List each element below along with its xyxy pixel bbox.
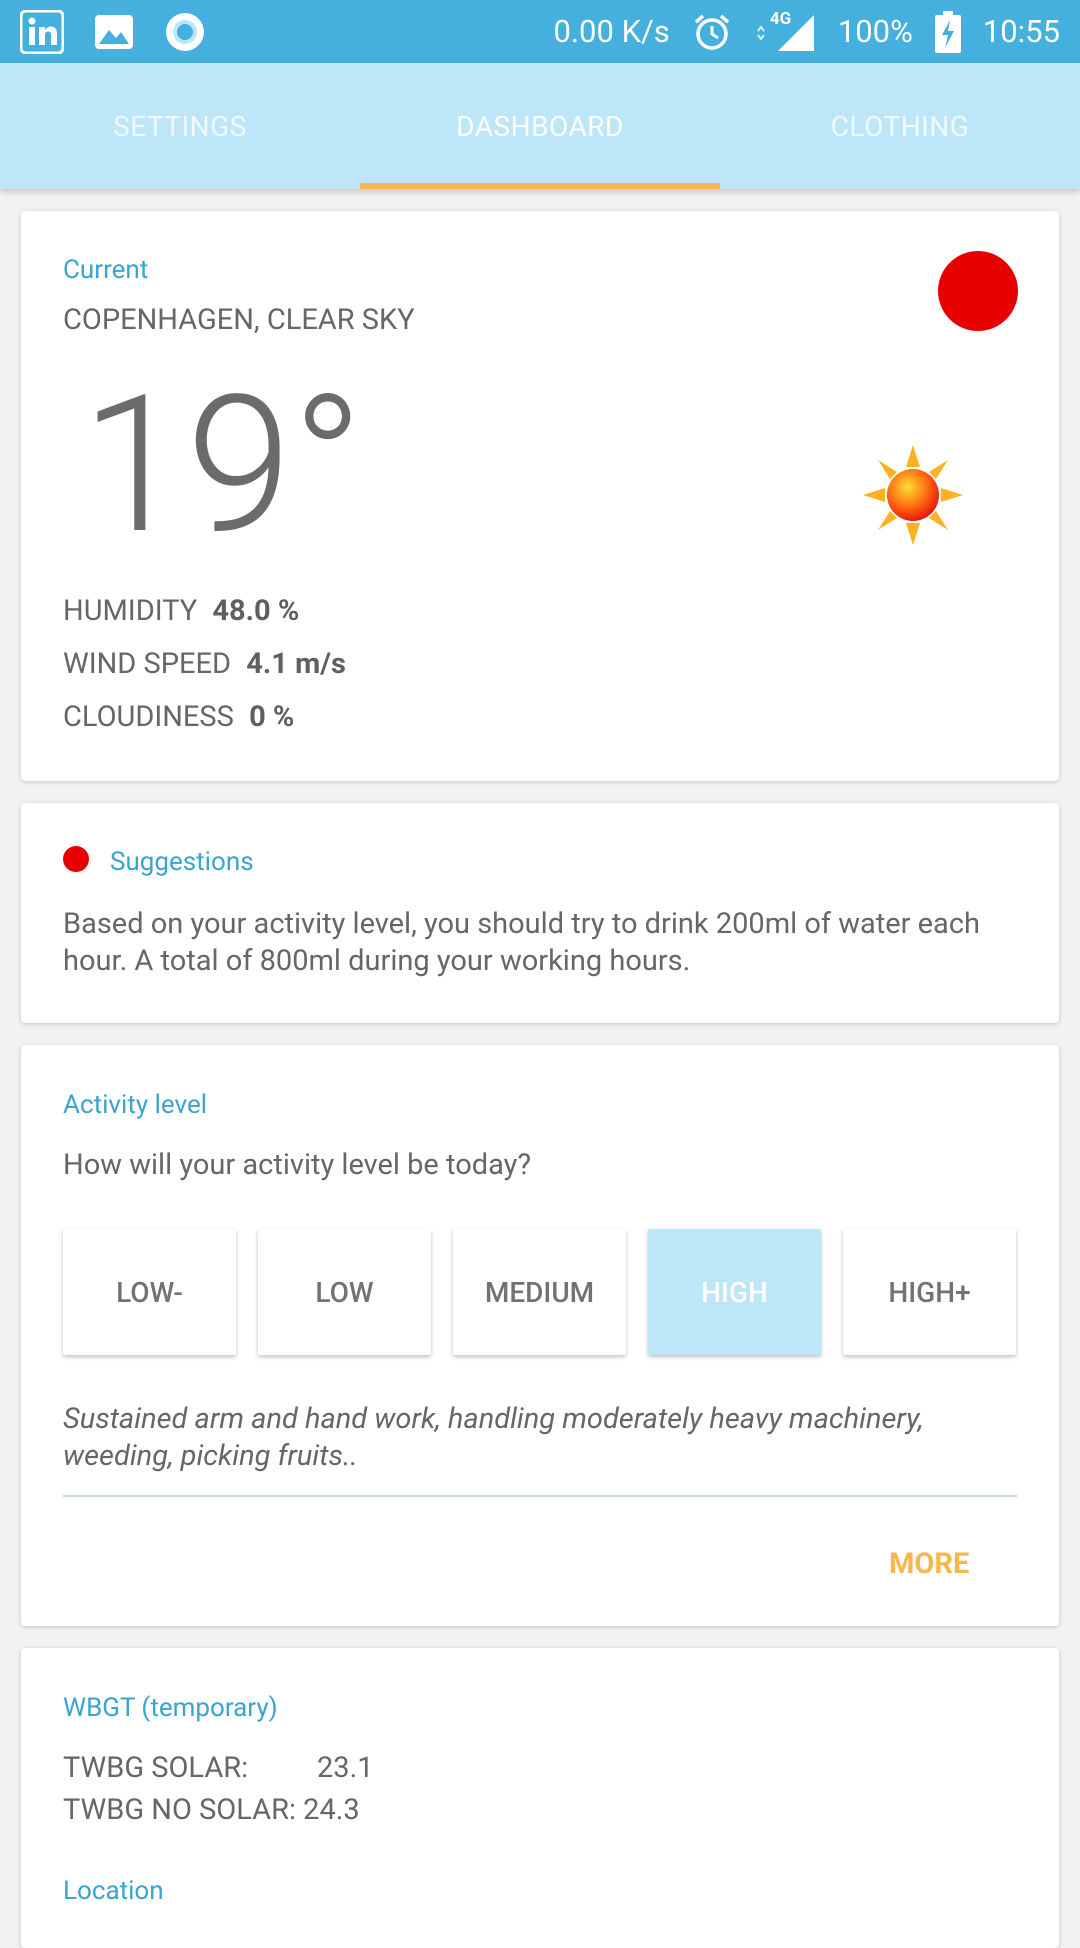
clock: 10:55 [982, 13, 1060, 50]
signal-icon: 4G [754, 8, 816, 53]
record-icon [164, 11, 206, 53]
tab-bar: SETTINGS DASHBOARD CLOTHING [0, 63, 1080, 189]
activity-option-medium[interactable]: MEDIUM [453, 1229, 626, 1355]
activity-question: How will your activity level be today? [63, 1148, 532, 1182]
humidity-row: HUMIDITY 48.0 % [63, 594, 299, 628]
activity-option-high-plus[interactable]: HIGH+ [843, 1229, 1016, 1355]
suggestions-label: Suggestions [110, 847, 254, 877]
battery-charging-icon [934, 10, 961, 53]
humidity-label: HUMIDITY [63, 594, 198, 628]
wind-speed-label: WIND SPEED [63, 647, 232, 681]
twbg-no-solar-value: 24.3 [303, 1793, 360, 1827]
cloudiness-row: CLOUDINESS 0 % [63, 700, 294, 734]
wbgt-card: WBGT (temporary) TWBG SOLAR: 23.1 TWBG NO… [21, 1648, 1059, 1948]
activity-description: Sustained arm and hand work, handling mo… [63, 1402, 924, 1473]
more-button[interactable]: MORE [889, 1547, 969, 1581]
linkedin-icon [20, 9, 64, 54]
suggestion-status-dot [63, 846, 89, 872]
twbg-solar-row: TWBG SOLAR: 23.1 [63, 1751, 374, 1785]
cloudiness-label: CLOUDINESS [63, 700, 234, 734]
wbgt-label: WBGT (temporary) [63, 1693, 278, 1723]
gallery-icon [94, 14, 134, 50]
twbg-solar-value: 23.1 [317, 1751, 374, 1785]
twbg-solar-label: TWBG SOLAR: [63, 1751, 249, 1785]
description-divider [63, 1495, 1017, 1497]
location-condition: COPENHAGEN, CLEAR SKY [63, 303, 415, 337]
activity-option-high[interactable]: HIGH [648, 1229, 821, 1355]
activity-label: Activity level [63, 1090, 208, 1120]
activity-level-card: Activity level How will your activity le… [21, 1045, 1059, 1626]
alert-indicator-dot [938, 251, 1018, 331]
suggestions-card: Suggestions Based on your activity level… [21, 803, 1059, 1023]
network-type: 4G [769, 8, 792, 29]
cloudiness-value: 0 % [249, 700, 295, 734]
suggestion-text: Based on your activity level, you should… [63, 907, 980, 978]
alarm-icon [692, 12, 732, 52]
location-label: Location [63, 1876, 164, 1906]
tab-settings[interactable]: SETTINGS [0, 63, 360, 189]
twbg-no-solar-label: TWBG NO SOLAR: [63, 1793, 296, 1827]
tab-clothing[interactable]: CLOTHING [720, 63, 1080, 189]
network-speed: 0.00 K/s [553, 13, 670, 50]
twbg-no-solar-row: TWBG NO SOLAR: 24.3 [63, 1793, 360, 1827]
battery-percent: 100% [837, 13, 913, 50]
activity-option-low-minus[interactable]: LOW- [63, 1229, 236, 1355]
humidity-value: 48.0 % [212, 594, 300, 628]
status-bar: 0.00 K/s 4G 100% 10:55 [0, 0, 1080, 63]
sun-icon [861, 443, 965, 551]
wind-speed-row: WIND SPEED 4.1 m/s [63, 647, 346, 681]
current-weather-card: Current COPENHAGEN, CLEAR SKY 19° HUMIDI… [21, 211, 1059, 781]
current-label: Current [63, 255, 149, 285]
wind-speed-value: 4.1 m/s [246, 647, 346, 681]
temperature: 19° [81, 355, 364, 577]
tab-dashboard[interactable]: DASHBOARD [360, 63, 720, 189]
activity-option-low[interactable]: LOW [258, 1229, 431, 1355]
